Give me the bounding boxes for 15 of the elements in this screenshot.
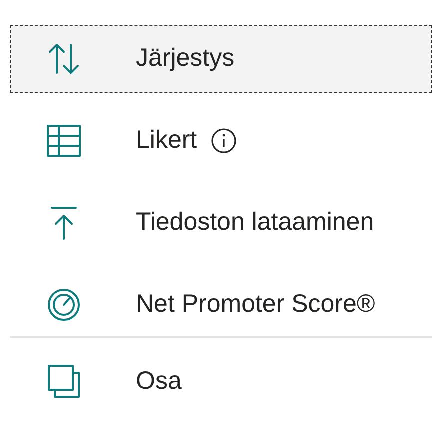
menu-item[interactable]: Likert (10, 107, 432, 175)
menu-item[interactable]: Net Promoter Score® (10, 271, 432, 339)
menu-item[interactable]: Osa (10, 348, 432, 416)
copy-pages-icon (46, 364, 82, 400)
item-label: Likert (136, 125, 198, 156)
item-label: Net Promoter Score® (136, 289, 376, 320)
sort-arrows-icon (46, 41, 82, 77)
menu-item[interactable]: Järjestys (10, 25, 432, 93)
grid-icon (46, 123, 82, 159)
item-label: Tiedoston lataaminen (136, 207, 374, 238)
item-label: Järjestys (136, 43, 235, 74)
info-icon (211, 128, 238, 154)
menu-item[interactable]: Tiedoston lataaminen (10, 189, 432, 257)
item-label: Osa (136, 366, 182, 398)
gauge-icon (46, 287, 82, 323)
